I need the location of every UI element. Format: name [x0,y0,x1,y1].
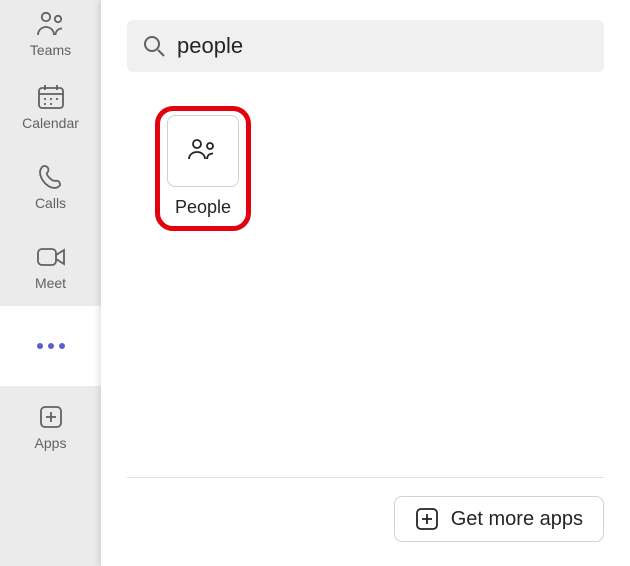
panel-footer: Get more apps [127,496,604,542]
get-more-apps-label: Get more apps [451,508,583,531]
calendar-icon [37,81,65,113]
more-icon [37,330,65,362]
rail-item-more[interactable] [0,306,101,386]
rail-item-meet[interactable]: Meet [0,226,101,306]
rail-item-calendar[interactable]: Calendar [0,66,101,146]
result-highlight: People [155,106,251,231]
rail-item-label: Teams [30,42,71,58]
app-tile-label: People [175,197,231,218]
app-rail: Teams Calendar [0,0,101,566]
divider [127,477,604,478]
rail-item-apps[interactable]: Apps [0,386,101,466]
rail-item-teams[interactable]: Teams [0,0,101,66]
search-input[interactable] [177,33,588,59]
people-icon [186,138,220,164]
apps-flyout-panel: People Get more apps [101,0,630,566]
video-icon [36,241,66,273]
search-icon [143,35,165,57]
get-more-apps-button[interactable]: Get more apps [394,496,604,542]
rail-item-calls[interactable]: Calls [0,146,101,226]
rail-item-label: Calendar [22,115,79,131]
search-box[interactable] [127,20,604,72]
plus-square-icon [415,507,439,531]
search-results: People [127,72,604,477]
app-tile-people[interactable] [167,115,239,187]
rail-item-label: Meet [35,275,66,291]
phone-icon [38,161,64,193]
rail-item-label: Calls [35,195,66,211]
rail-item-label: Apps [35,435,67,451]
teams-icon [35,8,67,40]
apps-add-icon [38,401,64,433]
